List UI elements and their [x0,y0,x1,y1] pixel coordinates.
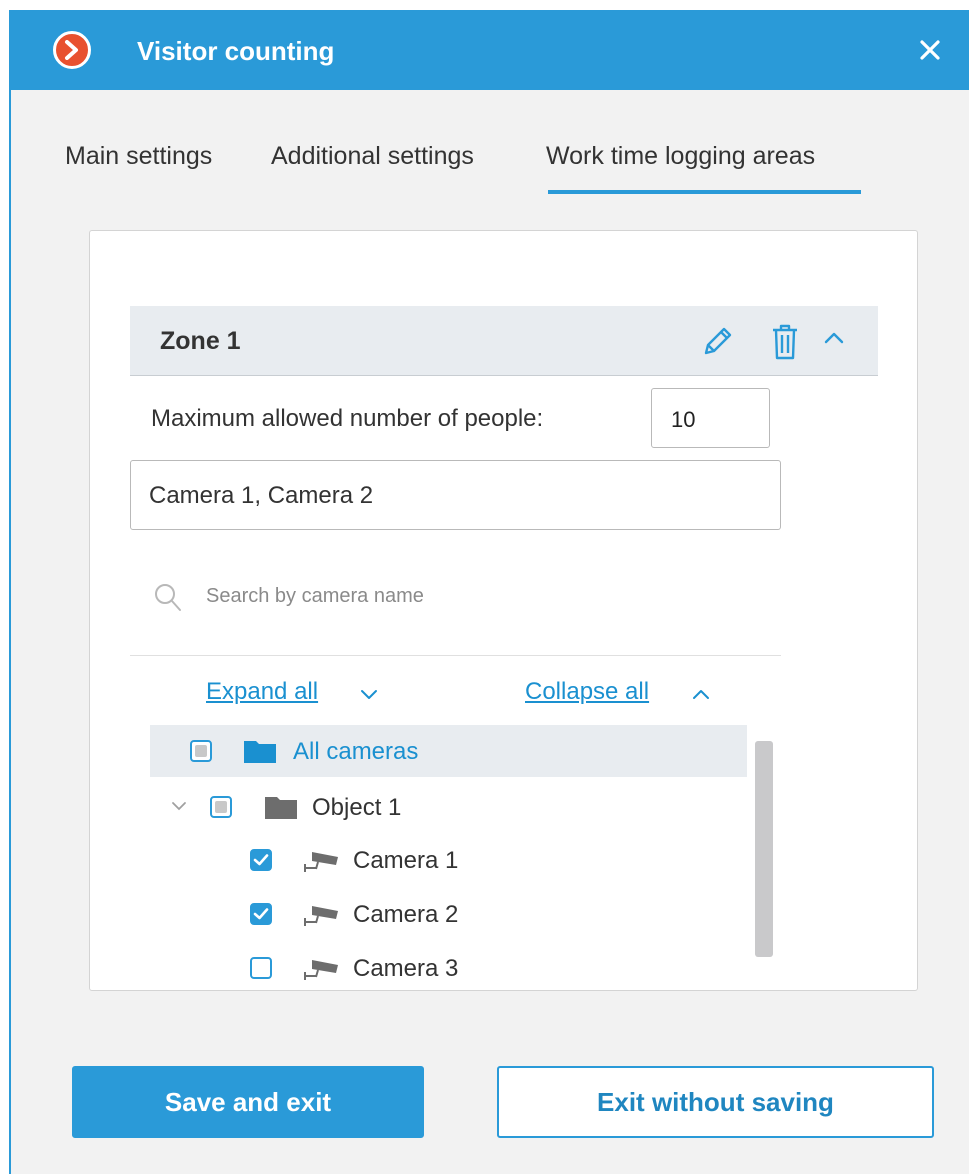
camera-icon [302,850,342,879]
zone-header[interactable]: Zone 1 [130,306,878,376]
tree-row-camera-2[interactable]: Camera 2 [150,888,747,940]
checkbox-camera-1[interactable] [250,849,272,871]
folder-icon [264,794,298,825]
save-and-exit-button[interactable]: Save and exit [72,1066,424,1138]
chevron-up-icon[interactable] [822,328,846,353]
pencil-icon[interactable] [698,323,736,366]
zone-title: Zone 1 [160,327,241,355]
tree-row-object-1[interactable]: Object 1 [150,781,747,833]
camera-search [130,561,781,656]
tab-bar: Main settings Additional settings Work t… [11,142,969,202]
active-tab-indicator [548,190,861,194]
tree-label: Object 1 [312,794,402,821]
camera-icon [302,958,342,987]
tree-label: All cameras [293,738,419,765]
checkbox-object-1[interactable] [210,796,232,818]
tab-main-settings[interactable]: Main settings [65,142,212,171]
collapse-all-link[interactable]: Collapse all [525,678,649,706]
camera-icon [302,904,342,933]
chevron-down-icon[interactable] [170,799,188,818]
tree-row-all-cameras[interactable]: All cameras [150,725,747,777]
expand-all-link[interactable]: Expand all [206,678,318,706]
checkbox-camera-2[interactable] [250,903,272,925]
visitor-counting-window: Visitor counting Main settings Additiona… [9,10,969,1174]
checkbox-all-cameras[interactable] [190,740,212,762]
app-logo-icon [53,31,91,69]
close-icon[interactable] [916,36,944,64]
chevron-up-icon[interactable] [690,686,712,707]
tree-row-camera-3[interactable]: Camera 3 [150,942,747,990]
tree-label: Camera 2 [353,901,459,928]
tab-work-time-logging-areas[interactable]: Work time logging areas [546,142,815,171]
window-title: Visitor counting [137,36,335,66]
max-people-input[interactable]: 10 [651,388,770,448]
trash-icon[interactable] [770,323,800,366]
search-icon [153,582,183,619]
exit-without-saving-button[interactable]: Exit without saving [497,1066,934,1138]
tree-scrollbar[interactable] [755,741,773,957]
tree-row-camera-1[interactable]: Camera 1 [150,834,747,886]
tab-additional-settings[interactable]: Additional settings [271,142,474,171]
tree-label: Camera 1 [353,847,459,874]
selected-cameras-field[interactable]: Camera 1, Camera 2 [130,460,781,530]
camera-tree: All cameras Object 1 Camera 1 Camera 2 C… [150,725,750,990]
zones-panel: Zone 1 Maximum allowed number of people:… [89,230,918,991]
folder-icon [243,738,277,769]
search-input[interactable] [206,585,726,608]
checkbox-camera-3[interactable] [250,957,272,979]
tree-label: Camera 3 [353,955,459,982]
title-bar: Visitor counting [11,10,969,90]
chevron-down-icon[interactable] [358,686,380,707]
max-people-label: Maximum allowed number of people: [151,405,544,432]
